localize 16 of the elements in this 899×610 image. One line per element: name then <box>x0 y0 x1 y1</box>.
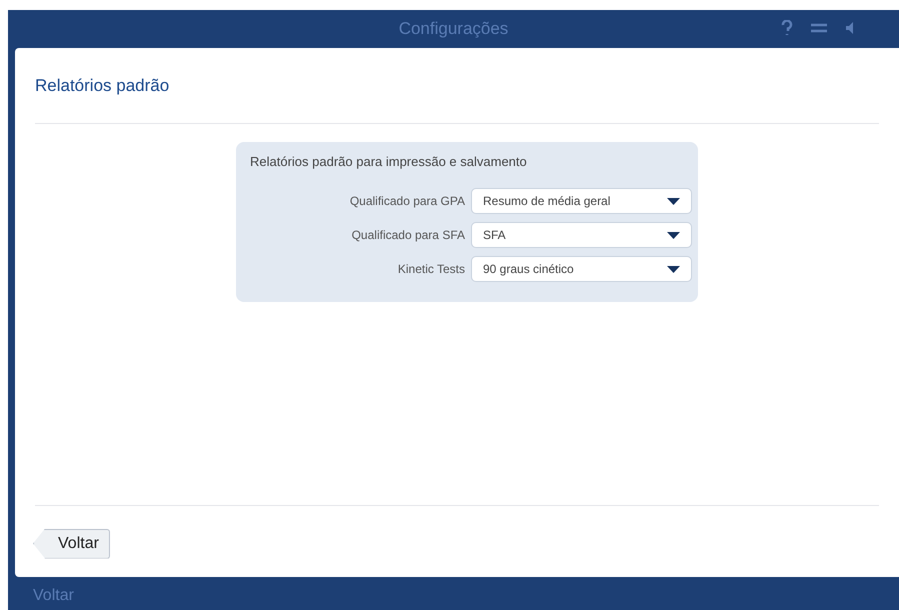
back-button[interactable]: Voltar <box>33 528 110 558</box>
caret-icon <box>667 232 680 238</box>
menu-icon[interactable] <box>811 22 827 34</box>
dropdown[interactable]: SFA <box>471 222 692 248</box>
dropdown[interactable]: Resumo de média geral <box>471 188 692 214</box>
caret-icon <box>667 198 680 204</box>
help-icon[interactable] <box>781 20 793 36</box>
dropdown[interactable]: 90 graus cinético <box>471 256 692 282</box>
field-label: Qualificado para SFA <box>352 227 465 244</box>
field-label: Kinetic Tests <box>398 261 465 278</box>
window-title: Configurações <box>398 18 508 40</box>
dialog-title: Relatórios padrão <box>35 74 170 97</box>
caret-icon <box>667 266 680 272</box>
back-label: Voltar <box>33 586 74 606</box>
panel-heading: Relatórios padrão para impressão e salvamento <box>250 153 528 171</box>
field-label: Qualificado para GPA <box>350 193 465 210</box>
